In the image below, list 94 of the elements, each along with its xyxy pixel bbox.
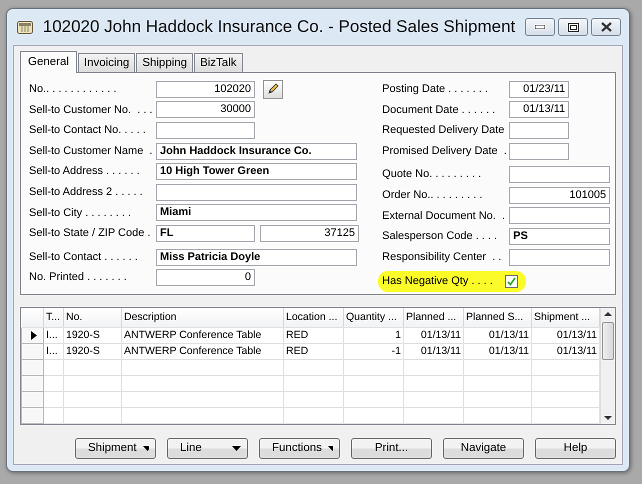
input-field[interactable] bbox=[509, 248, 610, 266]
input-field[interactable]: 37125 bbox=[260, 224, 359, 242]
field-label: Requested Delivery Date bbox=[382, 123, 506, 138]
minimize-button[interactable] bbox=[525, 18, 555, 36]
column-header[interactable]: No. bbox=[64, 308, 122, 328]
dropdown-button[interactable]: Line bbox=[167, 438, 248, 459]
field-label: External Document No. . bbox=[382, 208, 506, 224]
tab[interactable]: BizTalk bbox=[194, 53, 243, 72]
field-label: No. Printed . . . . . . . bbox=[29, 270, 128, 286]
edit-button[interactable] bbox=[263, 80, 283, 99]
tab[interactable]: Invoicing bbox=[78, 53, 136, 72]
field-label: Sell-to Address . . . . . . bbox=[29, 164, 141, 180]
tab[interactable]: Shipping bbox=[136, 53, 194, 72]
command-button[interactable]: Print... bbox=[351, 438, 432, 459]
field-label: Document Date . . . . . . bbox=[382, 102, 496, 118]
minimize-icon bbox=[535, 25, 545, 29]
row-selector[interactable] bbox=[22, 407, 44, 424]
field-label: Promised Delivery Date . bbox=[382, 144, 508, 159]
maximize-button[interactable] bbox=[558, 18, 588, 36]
command-button[interactable]: Help bbox=[535, 438, 616, 459]
checkbox[interactable] bbox=[505, 275, 518, 288]
field-label: No.. . . . . . . . . . . . bbox=[29, 82, 118, 98]
table-cell: 01/13/11 bbox=[532, 343, 600, 360]
input-field[interactable]: 01/23/11 bbox=[509, 80, 570, 98]
input-field[interactable]: 01/13/11 bbox=[509, 101, 570, 118]
caret-icon bbox=[142, 446, 149, 451]
field-label: Sell-to Customer No. . . . bbox=[29, 102, 154, 118]
table-cell: 1920-S bbox=[64, 343, 122, 360]
input-field[interactable] bbox=[156, 184, 357, 201]
field-label: Salesperson Code . . . . bbox=[382, 229, 498, 244]
input-field[interactable] bbox=[509, 207, 610, 224]
input-field[interactable]: PS bbox=[509, 228, 610, 245]
column-header[interactable]: Shipment ... bbox=[532, 308, 600, 328]
row-selector[interactable] bbox=[22, 375, 44, 392]
column-header[interactable]: T... bbox=[44, 308, 64, 328]
close-icon bbox=[600, 22, 612, 32]
input-field[interactable]: 0 bbox=[156, 269, 255, 286]
column-header[interactable]: Description bbox=[122, 308, 284, 328]
column-header[interactable]: Quantity ... bbox=[344, 308, 404, 328]
column-header[interactable]: Location ... bbox=[284, 308, 344, 328]
field-label: Posting Date . . . . . . . bbox=[382, 82, 489, 98]
table-cell: I... bbox=[44, 343, 64, 360]
table-cell: RED bbox=[284, 343, 344, 360]
window-icon bbox=[17, 20, 33, 34]
input-field[interactable] bbox=[509, 142, 570, 160]
window-title: 102020 John Haddock Insurance Co. - Posted Sales Shipment bbox=[42, 16, 516, 38]
field-label: Quote No. . . . . . . . . bbox=[382, 167, 482, 182]
table-cell: RED bbox=[284, 327, 344, 344]
table-cell: 01/13/11 bbox=[464, 327, 532, 344]
table-cell: 01/13/11 bbox=[532, 327, 600, 344]
close-button[interactable] bbox=[591, 18, 621, 36]
dropdown-button[interactable]: Functions bbox=[259, 438, 340, 459]
table-cell: 01/13/11 bbox=[464, 343, 532, 360]
input-field[interactable]: 10 High Tower Green bbox=[156, 163, 357, 180]
field-label: Sell-to Address 2 . . . . . bbox=[29, 185, 144, 200]
table-cell: -1 bbox=[344, 343, 404, 360]
field-label: Sell-to Contact No. . . . . bbox=[29, 123, 147, 138]
table-cell: I... bbox=[44, 327, 64, 344]
table-cell: 01/13/11 bbox=[404, 327, 464, 344]
table-cell: ANTWERP Conference Table bbox=[122, 327, 284, 344]
caret-icon bbox=[232, 446, 241, 451]
input-field[interactable] bbox=[509, 166, 610, 184]
field-label: Sell-to City . . . . . . . . bbox=[29, 206, 132, 221]
field-label: Has Negative Qty . . . . bbox=[382, 274, 494, 290]
caret-icon bbox=[328, 446, 333, 451]
input-field[interactable]: FL bbox=[156, 224, 255, 242]
scrollbar[interactable] bbox=[600, 308, 615, 424]
row-selector[interactable] bbox=[22, 343, 44, 360]
input-field[interactable]: Miami bbox=[156, 204, 357, 222]
dropdown-button[interactable]: Shipment bbox=[75, 438, 156, 459]
input-field[interactable]: 30000 bbox=[156, 101, 255, 118]
input-field[interactable]: Miss Patricia Doyle bbox=[156, 248, 357, 266]
pencil-icon bbox=[267, 83, 279, 96]
command-button[interactable]: Navigate bbox=[443, 438, 524, 459]
table-cell: 1920-S bbox=[64, 327, 122, 344]
row-selector[interactable] bbox=[22, 391, 44, 408]
input-field[interactable] bbox=[509, 122, 570, 139]
field-label: Sell-to State / ZIP Code . bbox=[29, 226, 152, 242]
input-field[interactable] bbox=[156, 122, 255, 139]
input-field[interactable]: 102020 bbox=[156, 80, 255, 98]
field-label: Order No.. . . . . . . . . bbox=[382, 188, 484, 204]
field-label: Responsibility Center . . bbox=[382, 250, 502, 265]
input-field[interactable]: John Haddock Insurance Co. bbox=[156, 142, 357, 160]
field-label: Sell-to Contact . . . . . . bbox=[29, 250, 139, 265]
maximize-icon bbox=[568, 22, 578, 32]
column-header[interactable]: Planned S... bbox=[464, 308, 532, 328]
input-field[interactable]: 101005 bbox=[509, 186, 610, 204]
table-cell: 1 bbox=[344, 327, 404, 344]
field-label: Sell-to Customer Name . bbox=[29, 144, 154, 159]
row-selector[interactable] bbox=[22, 359, 44, 376]
table-cell: 01/13/11 bbox=[404, 343, 464, 360]
column-header[interactable]: Planned ... bbox=[404, 308, 464, 328]
tab[interactable]: General bbox=[20, 51, 77, 73]
table-cell: ANTWERP Conference Table bbox=[122, 343, 284, 360]
